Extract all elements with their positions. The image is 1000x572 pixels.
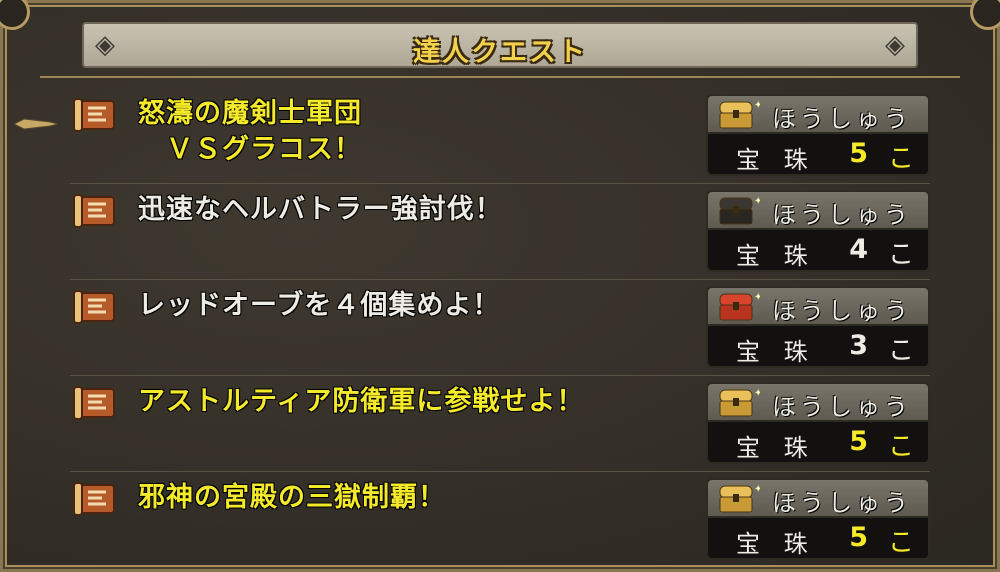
reward-count: 3	[849, 330, 868, 361]
reward-panel: ✦ ほうしゅう 宝 珠 4 こ	[706, 190, 930, 274]
svg-text:✦: ✦	[754, 196, 760, 207]
quest-title: レッドオーブを４個集めよ！	[138, 290, 501, 321]
quest-title: 迅速なヘルバトラー強討伐！	[138, 194, 503, 225]
reward-unit: こ	[888, 432, 915, 462]
reward-unit: こ	[888, 528, 915, 558]
reward-item-name: 宝 珠	[736, 146, 816, 174]
reward-item-name: 宝 珠	[736, 242, 816, 270]
reward-count: 5	[849, 426, 868, 457]
quest-title: 怒濤の魔剣士軍団 ＶＳグラコス！	[138, 98, 362, 165]
reward-label: ほうしゅう	[772, 297, 912, 325]
quest-row[interactable]: アストルティア防衛軍に参戦せよ！ ✦ ほうしゅう 宝 珠 5 こ	[70, 376, 930, 472]
reward-unit: こ	[888, 336, 915, 366]
quest-scroll-icon	[73, 290, 115, 324]
reward-panel: ✦ ほうしゅう 宝 珠 5 こ	[706, 478, 930, 562]
reward-item-name: 宝 珠	[736, 530, 816, 558]
swirl-ornament-icon: ◈	[95, 30, 115, 60]
title-bar: 達人クエスト	[82, 22, 918, 68]
svg-text:✦: ✦	[754, 388, 760, 399]
quest-title: アストルティア防衛軍に参戦せよ！	[138, 386, 585, 417]
quest-row[interactable]: 邪神の宮殿の三獄制覇！ ✦ ほうしゅう 宝 珠 5 こ	[70, 472, 930, 568]
gold-chest-icon: ✦	[719, 388, 760, 417]
svg-text:✦: ✦	[754, 292, 760, 303]
swirl-ornament-icon: ◈	[885, 30, 905, 60]
reward-label: ほうしゅう	[772, 489, 912, 517]
reward-panel: ✦ ほうしゅう 宝 珠 5 こ	[706, 94, 930, 178]
selection-pointer-icon	[14, 118, 58, 130]
reward-item-name: 宝 珠	[736, 434, 816, 462]
gold-chest-icon: ✦	[719, 484, 760, 513]
quest-title: 邪神の宮殿の三獄制覇！	[138, 482, 446, 513]
quest-row[interactable]: 迅速なヘルバトラー強討伐！ ✦ ほうしゅう 宝 珠 4 こ	[70, 184, 930, 280]
reward-panel: ✦ ほうしゅう 宝 珠 5 こ	[706, 382, 930, 466]
reward-label: ほうしゅう	[772, 201, 912, 229]
reward-count: 5	[849, 138, 868, 169]
quest-scroll-icon	[73, 98, 115, 132]
quest-scroll-icon	[73, 482, 115, 516]
svg-text:✦: ✦	[754, 484, 760, 495]
reward-item-name: 宝 珠	[736, 338, 816, 366]
quest-scroll-icon	[73, 386, 115, 420]
red-chest-icon: ✦	[719, 292, 760, 321]
quest-scroll-icon	[73, 194, 115, 228]
dark-chest-icon: ✦	[719, 196, 760, 225]
reward-count: 5	[849, 522, 868, 553]
reward-unit: こ	[888, 240, 915, 270]
reward-count: 4	[849, 234, 868, 265]
gold-chest-icon: ✦	[719, 100, 760, 129]
reward-unit: こ	[888, 144, 915, 174]
window-title: 達人クエスト	[413, 37, 587, 68]
divider	[40, 76, 960, 78]
reward-label: ほうしゅう	[772, 105, 912, 133]
reward-panel: ✦ ほうしゅう 宝 珠 3 こ	[706, 286, 930, 370]
svg-text:✦: ✦	[754, 100, 760, 111]
quest-row[interactable]: 怒濤の魔剣士軍団 ＶＳグラコス！ ✦ ほうしゅう 宝 珠 5 こ	[70, 88, 930, 184]
reward-label: ほうしゅう	[772, 393, 912, 421]
quest-row[interactable]: レッドオーブを４個集めよ！ ✦ ほうしゅう 宝 珠 3 こ	[70, 280, 930, 376]
